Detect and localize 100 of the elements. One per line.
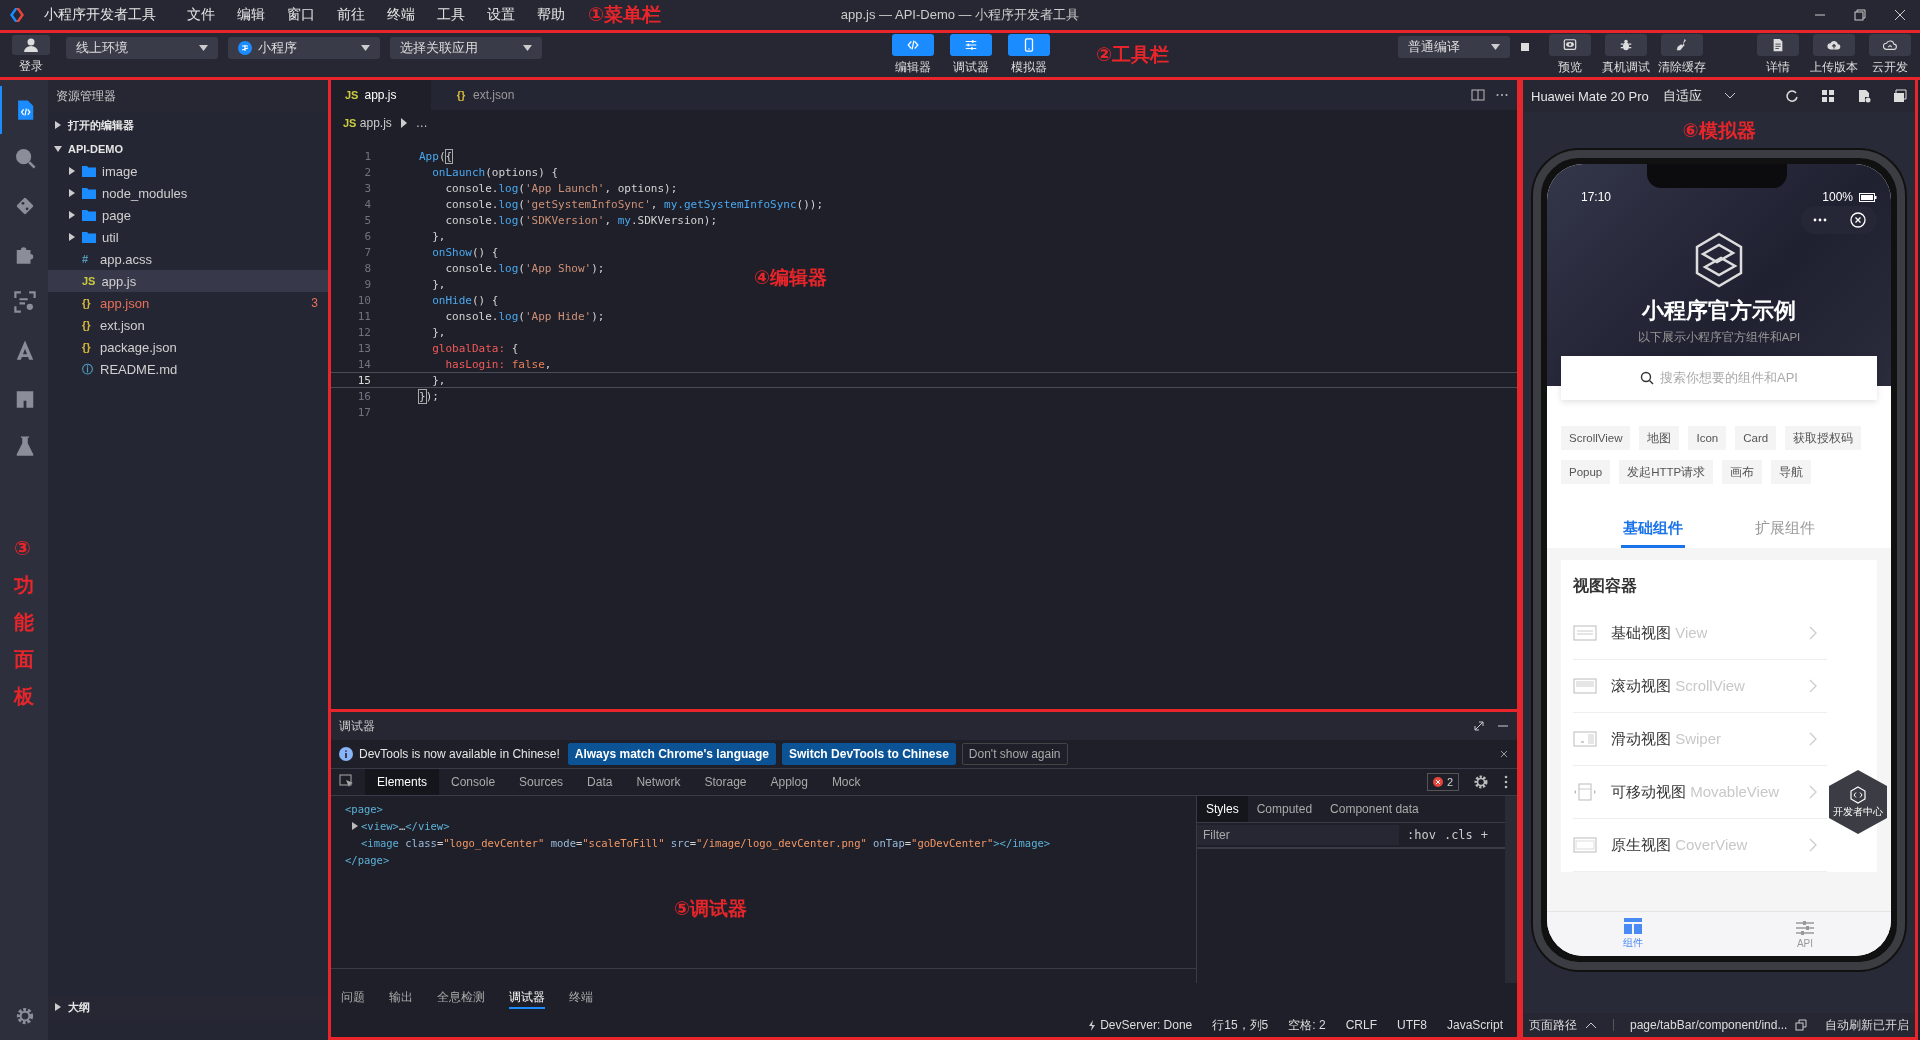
tag-chip[interactable]: 获取授权码 xyxy=(1785,426,1862,450)
status-time: 17:10 xyxy=(1581,190,1612,204)
toolbar-button[interactable]: 云开发 xyxy=(1866,34,1914,76)
status-item[interactable]: JavaScript xyxy=(1446,1018,1503,1032)
dropdown[interactable]: 线上环境 xyxy=(66,37,218,59)
code-line: }, xyxy=(431,325,446,339)
code-line: console.log('SDKVersion', my.SDKVersion); xyxy=(444,213,718,227)
menu-item[interactable]: 窗口 xyxy=(276,6,326,24)
devtools-tab[interactable]: Applog xyxy=(758,769,820,795)
dom-node[interactable]: <page> xyxy=(345,802,383,815)
dom-node[interactable]: </page> xyxy=(345,853,390,866)
style-toggle[interactable]: + xyxy=(1480,828,1489,842)
file-tree-item[interactable]: util xyxy=(48,226,328,248)
dom-node[interactable]: <image class="logo_devCenter" mode="scaleToFill" src="/image/logo_devCenter.png" onTap="goDevCenter"></image> xyxy=(361,836,1051,849)
toolbar-button[interactable]: 详情 xyxy=(1754,34,1802,76)
status-item[interactable]: CRLF xyxy=(1345,1018,1377,1032)
menu-item[interactable]: 前往 xyxy=(326,6,376,24)
panel-tab[interactable]: 全息检测 xyxy=(437,987,485,1009)
devtools-tab[interactable]: Sources xyxy=(507,769,576,795)
editor-tab[interactable]: JS app.js xyxy=(331,80,431,110)
status-item[interactable]: UTF8 xyxy=(1396,1018,1427,1032)
file-tree-item[interactable]: {} ext.json xyxy=(48,314,328,336)
compile-mode-dropdown[interactable]: 普通编译 xyxy=(1398,36,1510,58)
styles-tab[interactable]: Styles xyxy=(1197,796,1248,822)
menu-item[interactable]: 编辑 xyxy=(226,6,276,24)
panel-title: 调试器 xyxy=(339,717,375,735)
breadcrumb-item[interactable]: JS app.js xyxy=(343,116,392,130)
style-toggle[interactable]: .cls xyxy=(1443,828,1473,842)
menu-item[interactable]: 帮助 xyxy=(526,6,576,24)
panel-tab[interactable]: 输出 xyxy=(389,987,413,1009)
toolbar-button[interactable]: 真机调试 xyxy=(1602,34,1650,76)
tag-chip[interactable]: 发起HTTP请求 xyxy=(1619,460,1714,484)
toolbar-button[interactable]: 上传版本 xyxy=(1810,34,1858,76)
tag-chip[interactable]: 画布 xyxy=(1722,460,1763,484)
menu-item[interactable]: 设置 xyxy=(476,6,526,24)
status-item[interactable]: 空格: 2 xyxy=(1288,1016,1326,1034)
code-line: hasLogin: false, xyxy=(444,357,552,371)
annotation-label: ⑥模拟器 xyxy=(1682,119,1756,143)
toolbar-button[interactable]: 清除缓存 xyxy=(1658,34,1706,76)
file-tree-item[interactable]: node_modules xyxy=(48,182,328,204)
devtools-tab[interactable]: Console xyxy=(439,769,508,795)
tag-chip[interactable]: ScrollView xyxy=(1561,426,1631,450)
devtools-tab[interactable]: Network xyxy=(624,769,693,795)
toolbar-button[interactable]: 预览 xyxy=(1546,34,1594,76)
line-number: 10 xyxy=(356,293,372,307)
tree-section[interactable]: API-DEMO xyxy=(48,138,328,160)
code-line: }, xyxy=(431,277,446,291)
code-line: }, xyxy=(431,373,446,387)
styles-tab[interactable]: Component data xyxy=(1321,796,1428,822)
panel-title: 资源管理器 xyxy=(56,87,116,105)
tag-chip[interactable]: 地图 xyxy=(1639,426,1680,450)
file-tree-item[interactable]: {} app.json 3 xyxy=(48,292,328,314)
info-bar-button[interactable]: Don't show again xyxy=(961,743,1068,765)
file-tree-item[interactable]: page xyxy=(48,204,328,226)
line-number: 1 xyxy=(363,149,372,163)
styles-tab[interactable]: Computed xyxy=(1247,796,1322,822)
panel-tab[interactable]: 调试器 xyxy=(509,987,545,1009)
devtools-tab[interactable]: Mock xyxy=(819,769,873,795)
tree-section[interactable]: 打开的编辑器 xyxy=(48,114,328,136)
menu-item[interactable]: 文件 xyxy=(176,6,226,24)
info-bar-button[interactable]: Switch DevTools to Chinese xyxy=(782,743,956,765)
dom-node[interactable]: <view>…</view> xyxy=(361,819,450,832)
menu-item[interactable]: 终端 xyxy=(376,6,426,24)
menu-item[interactable]: 工具 xyxy=(426,6,476,24)
scale-selector[interactable]: 自适应 xyxy=(1662,87,1702,105)
code-line: onHide() { xyxy=(431,293,499,307)
error-count[interactable]: 2 xyxy=(1426,773,1459,791)
style-toggle[interactable]: :hov xyxy=(1407,828,1436,842)
status-item[interactable]: DevServer: Done xyxy=(1088,1018,1193,1032)
file-tree-item[interactable]: ⓘ README.md xyxy=(48,358,328,380)
devtools-tab[interactable]: Storage xyxy=(692,769,759,795)
page-path-toggle[interactable]: 页面路径 xyxy=(1529,1016,1577,1034)
editor-tab[interactable]: {} ext.json xyxy=(441,80,541,110)
file-tree-item[interactable]: # app.acss xyxy=(48,248,328,270)
code-line: }); xyxy=(418,389,439,403)
tag-chip[interactable]: 导航 xyxy=(1771,460,1812,484)
filter-field[interactable]: Filter xyxy=(1197,825,1399,845)
line-number: 11 xyxy=(356,309,372,323)
info-bar-button[interactable]: Always match Chrome's language xyxy=(567,743,777,765)
code-line: console.log('App Show'); xyxy=(444,261,605,275)
file-tree-item[interactable]: {} package.json xyxy=(48,336,328,358)
device-selector[interactable]: Huawei Mate 20 Pro xyxy=(1531,88,1649,104)
panel-tab[interactable]: 问题 xyxy=(341,987,365,1009)
dropdown[interactable]: 小程序 xyxy=(228,37,380,59)
dropdown[interactable]: 选择关联应用 xyxy=(390,37,542,59)
line-number: 12 xyxy=(356,325,372,339)
problem-count: 3 xyxy=(311,296,318,310)
devtools-tab[interactable]: Data xyxy=(575,769,625,795)
file-type-icon: {} xyxy=(82,319,94,331)
tag-chip[interactable]: Popup xyxy=(1561,460,1611,484)
file-tree-item[interactable]: image xyxy=(48,160,328,182)
devtools-tab[interactable]: Elements xyxy=(365,769,440,795)
breadcrumb-item[interactable]: … xyxy=(415,116,428,130)
file-tree-item[interactable]: JS app.js xyxy=(48,270,328,292)
code-line: onShow() { xyxy=(431,245,499,259)
status-item[interactable]: 行15，列5 xyxy=(1212,1016,1269,1034)
panel-tab[interactable]: 终端 xyxy=(569,987,593,1009)
tag-chip[interactable]: Icon xyxy=(1688,426,1727,450)
tag-chip[interactable]: Card xyxy=(1735,426,1777,450)
line-number: 16 xyxy=(356,389,372,403)
